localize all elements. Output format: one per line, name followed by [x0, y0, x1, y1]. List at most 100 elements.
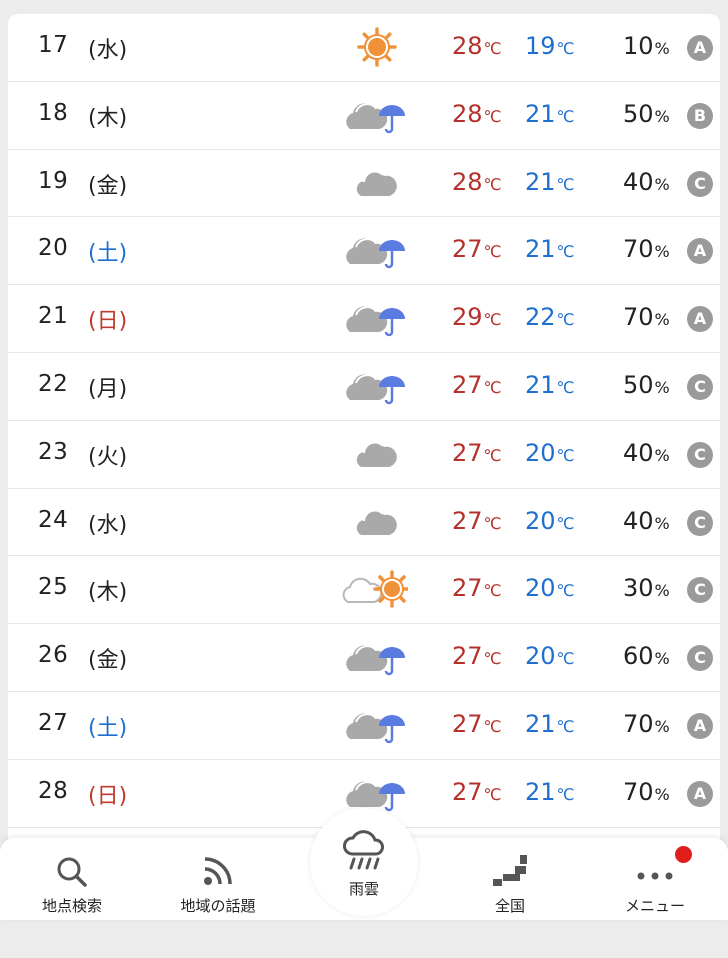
forecast-date: 25: [38, 574, 69, 601]
precipitation-probability: 70%: [623, 777, 670, 806]
forecast-date: 17: [38, 32, 69, 58]
high-temperature: 27℃: [452, 710, 502, 738]
forecast-row[interactable]: 23 (火) 27℃ 20℃ 40% C: [8, 421, 720, 489]
high-temperature: 29℃: [452, 303, 502, 332]
low-temperature: 21℃: [525, 371, 575, 399]
nav-topics[interactable]: 地域の話題: [168, 838, 268, 920]
precipitation-probability: 50%: [623, 99, 670, 128]
forecast-day-of-week: (水): [88, 512, 128, 538]
search-icon: [57, 857, 87, 887]
high-temperature: 27℃: [452, 642, 502, 671]
high-temperature: 27℃: [452, 506, 502, 535]
low-temperature: 20℃: [525, 506, 575, 535]
cloud-icon: [346, 713, 388, 739]
japan-map-icon: [493, 855, 527, 886]
weather-cloudy-icon: [328, 160, 408, 206]
reliability-badge: C: [687, 577, 713, 604]
forecast-day-of-week: (金): [88, 173, 128, 199]
reliability-badge: C: [687, 441, 713, 468]
weather-cloudy-rain-icon: [328, 92, 408, 138]
low-temperature: 22℃: [525, 303, 575, 332]
precipitation-probability: 70%: [623, 235, 670, 264]
low-temperature: 21℃: [525, 777, 575, 806]
high-temperature: 27℃: [452, 777, 502, 806]
nav-national[interactable]: 全国: [460, 838, 560, 920]
forecast-day-of-week: (日): [88, 309, 128, 335]
forecast-date: 23: [38, 438, 69, 465]
forecast-day-of-week: (日): [88, 783, 128, 809]
forecast-day-of-week: (土): [88, 241, 128, 267]
forecast-row[interactable]: 22 (月) 27℃ 21℃ 50% C: [8, 353, 720, 421]
cloud-icon: [346, 645, 388, 672]
precipitation-probability: 40%: [623, 506, 670, 535]
forecast-date: 20: [38, 235, 69, 262]
forecast-day-of-week: (水): [88, 38, 128, 63]
low-temperature: 21℃: [525, 710, 575, 738]
forecast-day-of-week: (金): [88, 648, 128, 674]
low-temperature: 21℃: [525, 99, 575, 128]
rain-cloud-label: 雨雲: [348, 880, 379, 898]
forecast-row[interactable]: 26 (金) 27℃ 20℃ 60% C: [8, 624, 720, 692]
nav-national-label: 全国: [494, 897, 525, 915]
precipitation-probability: 70%: [623, 303, 670, 332]
precipitation-probability: 50%: [623, 371, 670, 399]
nav-search[interactable]: 地点検索: [22, 838, 122, 920]
forecast-day-of-week: (木): [88, 580, 128, 606]
forecast-date: 19: [38, 167, 69, 194]
rss-feed-icon: [204, 857, 232, 885]
forecast-row[interactable]: 27 (土) 27℃ 21℃ 70% A: [8, 692, 720, 760]
nav-search-label: 地点検索: [41, 897, 102, 915]
weather-sunny-icon: [328, 24, 408, 70]
reliability-badge: C: [687, 509, 713, 536]
forecast-row[interactable]: 25 (木) 27℃ 20℃ 30% C: [8, 556, 720, 625]
low-temperature: 19℃: [525, 32, 575, 60]
rain-cloud-button[interactable]: 雨雲: [310, 808, 418, 916]
reliability-badge: C: [687, 645, 713, 672]
forecast-row[interactable]: 17 (水) 28℃ 19℃ 10% A: [8, 14, 720, 82]
low-temperature: 21℃: [525, 167, 575, 196]
forecast-row[interactable]: 20 (土) 27℃ 21℃ 70% A: [8, 217, 720, 286]
low-temperature: 20℃: [525, 438, 575, 467]
forecast-row[interactable]: 24 (水) 27℃ 20℃ 40% C: [8, 489, 720, 557]
cloud-icon: [356, 441, 397, 467]
precipitation-probability: 30%: [623, 574, 670, 603]
high-temperature: 27℃: [452, 371, 502, 399]
weather-cloudy-rain-icon: [328, 295, 408, 341]
cloud-icon: [356, 170, 397, 196]
weather-cloudy-sunny-icon: [328, 566, 411, 612]
high-temperature: 27℃: [452, 235, 502, 264]
forecast-date: 28: [38, 777, 69, 804]
cloud-icon: [356, 509, 397, 535]
forecast-row[interactable]: 19 (金) 28℃ 21℃ 40% C: [8, 150, 720, 218]
precipitation-probability: 10%: [623, 32, 670, 60]
weather-cloudy-rain-icon: [328, 702, 408, 748]
weather-cloudy-rain-icon: [328, 363, 408, 409]
low-temperature: 21℃: [525, 235, 575, 264]
cloud-icon: [346, 238, 388, 265]
forecast-date: 18: [38, 99, 69, 126]
nav-topics-label: 地域の話題: [180, 897, 256, 915]
precipitation-probability: 40%: [623, 167, 670, 196]
forecast-date: 22: [38, 371, 69, 397]
weather-cloudy-icon: [328, 499, 408, 545]
forecast-day-of-week: (土): [88, 716, 128, 741]
notification-badge: [675, 846, 692, 863]
nav-menu-label: メニュー: [624, 897, 685, 915]
forecast-row[interactable]: 21 (日) 29℃ 22℃ 70% A: [8, 285, 720, 353]
precipitation-probability: 70%: [623, 710, 670, 738]
weather-cloudy-icon: [328, 431, 408, 477]
sun-icon: [373, 570, 411, 609]
forecast-date: 26: [38, 642, 69, 669]
precipitation-probability: 40%: [623, 438, 670, 467]
forecast-row[interactable]: 18 (木) 28℃ 21℃ 50% B: [8, 82, 720, 150]
reliability-badge: B: [687, 102, 713, 129]
weather-cloudy-rain-icon: [328, 634, 408, 680]
forecast-list: 17 (水) 28℃ 19℃ 10% A 18 (木) 28℃ 21℃ 50% …: [8, 14, 720, 844]
low-temperature: 20℃: [525, 642, 575, 671]
forecast-day-of-week: (木): [88, 105, 128, 131]
reliability-badge: A: [687, 306, 713, 333]
forecast-day-of-week: (火): [88, 444, 128, 470]
reliability-badge: C: [687, 374, 713, 400]
high-temperature: 27℃: [452, 574, 502, 603]
reliability-badge: A: [687, 713, 713, 739]
